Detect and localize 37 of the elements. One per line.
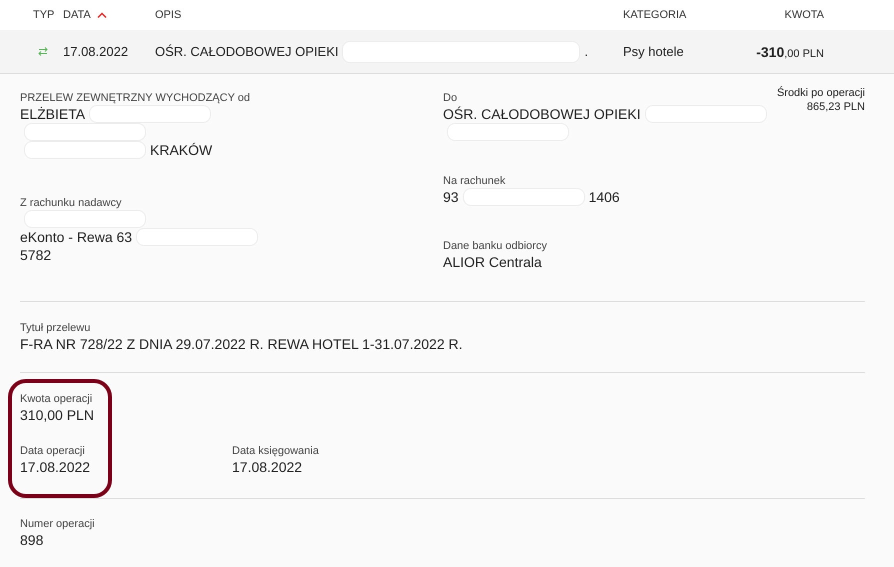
field-label: Dane banku odbiorcy (443, 240, 548, 253)
value-text: 1406 (588, 188, 620, 206)
value-text: eKonto - Rewa 63 (20, 228, 132, 246)
column-header[interactable]: KWOTA (784, 9, 824, 21)
field-value: F-RA NR 728/22 Z DNIA 29.07.2022 R. REWA HOTEL 1-31.07.2022 R. (20, 335, 463, 353)
value-text: KRAKÓW (150, 141, 212, 159)
column-header[interactable]: DATA (63, 9, 107, 21)
field-value: 898 (20, 531, 44, 549)
value-text: 5782 (20, 246, 52, 264)
value-text: OŚR. CAŁODOBOWEJ OPIEKI (155, 44, 338, 59)
value-text: ALIOR Centrala (443, 253, 542, 271)
transfer-arrows-icon (38, 47, 48, 56)
field-value: 17.08.2022 (20, 458, 90, 476)
field-label: Data operacji (20, 445, 86, 458)
field-label: Do (443, 92, 458, 105)
field-label: Numer operacji (20, 518, 96, 531)
column-header[interactable]: TYP (33, 9, 54, 21)
field-value: 17.08.2022 (232, 458, 302, 476)
amount-cell-text: -310,00 PLN (755, 44, 824, 60)
column-header[interactable]: KATEGORIA (623, 9, 686, 21)
value-text: OŚR. CAŁODOBOWEJ OPIEKI (443, 105, 641, 123)
field-label: PRZELEW ZEWNĘTRZNY WYCHODZĄCY od (20, 92, 252, 105)
balance-label: Środki po operacji (776, 86, 865, 100)
category-cell-text: Psy hotele (623, 44, 685, 59)
field-label: Na rachunek (443, 175, 506, 188)
field-label: Tytuł przelewu (20, 322, 92, 335)
value-text: . (584, 44, 588, 59)
date-cell-text: 17.08.2022 (63, 44, 130, 59)
field-value: 310,00 PLN (20, 406, 94, 424)
sort-up-icon (96, 12, 107, 18)
field-label: Data księgowania (232, 445, 320, 458)
column-header[interactable]: OPIS (155, 9, 182, 21)
value-text: ELŻBIETA (20, 105, 86, 123)
field-label: Z rachunku nadawcy (20, 197, 122, 210)
value-text: 93 (443, 188, 459, 206)
balance-value: 865,23 PLN (806, 100, 865, 114)
field-label: Kwota operacji (20, 393, 94, 406)
